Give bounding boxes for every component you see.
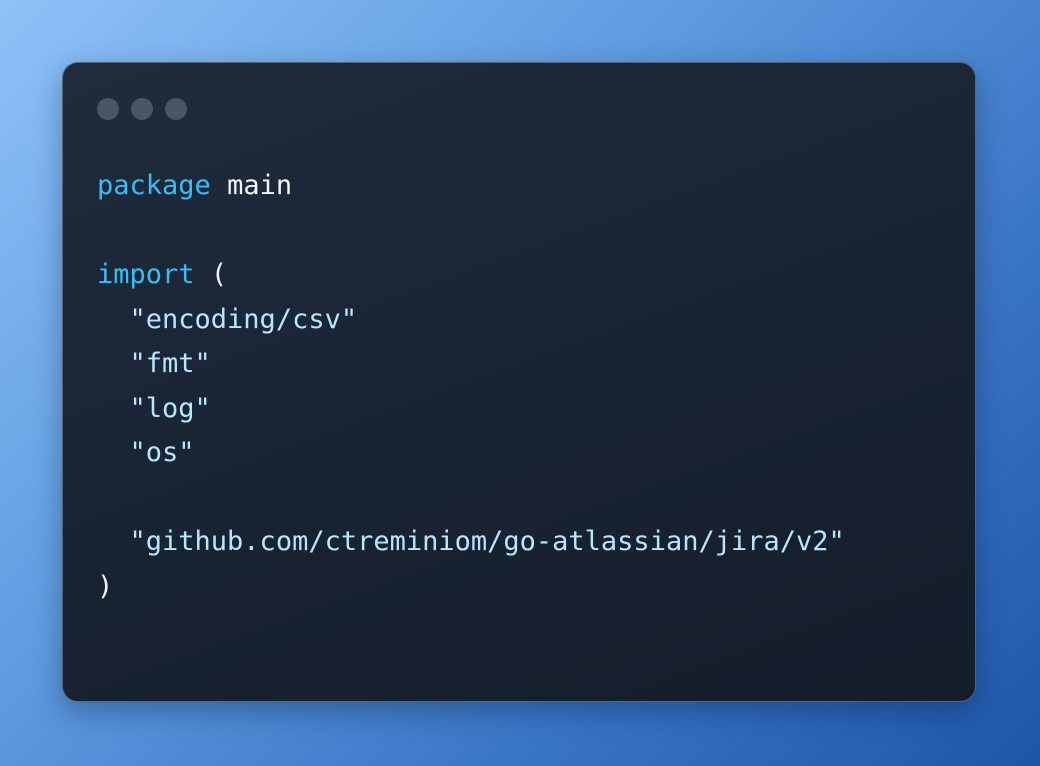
code-line-import-item: "fmt"	[97, 342, 845, 387]
import-string-external: "github.com/ctreminiom/go-atlassian/jira…	[129, 526, 845, 557]
import-string: "fmt"	[129, 348, 211, 379]
keyword-package: package	[97, 170, 211, 201]
open-paren: (	[210, 259, 228, 290]
package-name: main	[227, 170, 293, 201]
code-line-import-external: "github.com/ctreminiom/go-atlassian/jira…	[97, 520, 845, 565]
code-line-package: package main	[97, 164, 845, 209]
import-string: "log"	[129, 392, 211, 424]
code-line-import-item: "encoding/csv"	[97, 298, 845, 343]
window-controls	[97, 98, 187, 120]
keyword-import: import	[97, 259, 195, 290]
code-block: package main import ( "encoding/csv" "fm…	[97, 164, 845, 609]
code-window: package main import ( "encoding/csv" "fm…	[62, 62, 976, 702]
import-string: "os"	[129, 437, 195, 468]
code-line-import-item: "os"	[97, 431, 845, 476]
close-paren: )	[97, 570, 114, 602]
window-dot-icon	[165, 98, 187, 120]
code-line-import: import (	[97, 253, 845, 298]
import-string: "encoding/csv"	[129, 303, 358, 335]
window-dot-icon	[131, 98, 153, 120]
code-line-close: )	[97, 565, 845, 610]
code-line-import-item: "log"	[97, 387, 845, 432]
window-dot-icon	[97, 98, 119, 120]
